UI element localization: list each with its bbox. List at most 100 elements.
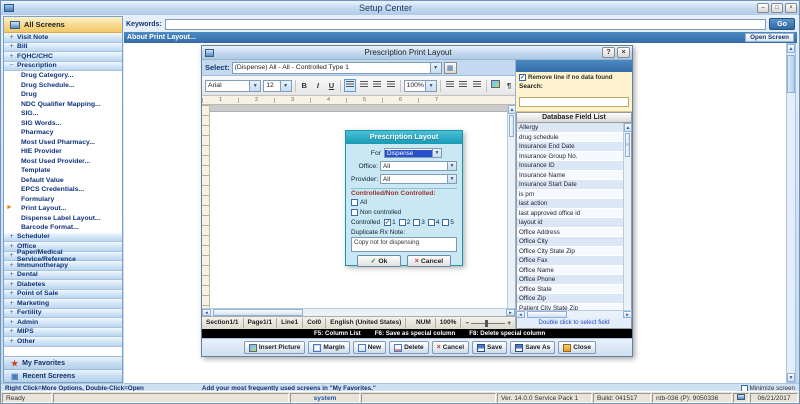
for-dropdown[interactable]: Dispense ▼ [384,148,442,158]
field-list-item[interactable]: Office Zip [517,294,623,304]
plus-icon[interactable]: + [8,281,15,288]
sidebar-item-default-value[interactable]: Default Value [4,176,122,186]
sidebar-group-other[interactable]: +Other [4,337,122,347]
checkbox-non-controlled[interactable] [351,209,358,216]
remove-line-option[interactable]: ✓ Remove line if no data found [519,74,629,81]
new-button[interactable]: New [353,341,386,354]
field-list-item[interactable]: Office State [517,285,623,295]
sidebar-item-barcode-format[interactable]: Barcode Format... [4,223,122,233]
scroll-right-icon[interactable]: ► [623,311,632,318]
cancel-button[interactable]: ×Cancel [407,255,451,267]
field-list-item[interactable]: Office Phone [517,275,623,285]
align-center-button[interactable] [358,79,370,92]
scroll-down-icon[interactable]: ▼ [787,373,795,382]
minimize-icon[interactable]: – [757,3,769,13]
paragraph-marks-button[interactable]: ¶ [503,79,515,92]
indent-button[interactable] [471,79,483,92]
sidebar-item-pharmacy[interactable]: Pharmacy [4,128,122,138]
keywords-input[interactable] [165,19,766,30]
underline-button[interactable]: U [326,79,338,92]
field-list-item[interactable]: Insurance Name [517,171,623,181]
plus-icon[interactable]: + [8,233,15,240]
checkbox-controlled-4[interactable] [428,219,435,226]
field-list-item[interactable]: Office Address [517,228,623,238]
sidebar-my-favorites[interactable]: ★My Favorites [4,356,122,369]
justify-button[interactable] [385,79,397,92]
content-scrollbar[interactable]: ▲ ▼ [786,43,796,383]
duplicate-rx-note-input[interactable]: Copy not for dispensing [351,237,457,252]
plus-icon[interactable]: + [8,53,15,60]
non-controlled-option[interactable]: Non controlled [351,208,457,217]
sidebar-item-most-used-pharmacy[interactable]: Most Used Pharmacy... [4,138,122,148]
plus-icon[interactable]: + [8,309,15,316]
chevron-down-icon[interactable]: ▼ [280,81,291,91]
maximize-icon[interactable]: □ [771,3,783,13]
align-right-button[interactable] [371,79,383,92]
field-list-item[interactable]: drug schedule [517,133,623,143]
scrollbar-thumb[interactable] [527,311,567,318]
document-hscrollbar[interactable]: ◄ ► [202,308,515,316]
sidebar-group-fqhc[interactable]: +FQHC/CHC [4,52,122,62]
checkbox-controlled-2[interactable] [399,219,406,226]
sidebar-group-admin[interactable]: +Admin [4,318,122,328]
sidebar-group-paper-medical-service[interactable]: +Paper/Medical Service/Reference [4,252,122,262]
delete-button[interactable]: Delete [389,341,429,354]
plus-icon[interactable]: + [8,290,15,297]
provider-dropdown[interactable]: All ▼ [380,174,457,184]
font-size-dropdown[interactable]: 12▼ [263,80,291,92]
scrollbar-thumb[interactable] [509,115,514,137]
field-list-vscrollbar[interactable]: ▲ ≡ [623,123,631,310]
scroll-up-icon[interactable]: ▲ [787,44,795,53]
zoom-dropdown[interactable]: 100%▼ [404,80,438,92]
field-list-item[interactable]: Insurance ID [517,161,623,171]
sidebar-group-fertility[interactable]: +Fertility [4,309,122,319]
align-left-button[interactable] [344,79,356,92]
search-input[interactable] [519,97,629,107]
field-list-item[interactable]: layout id [517,218,623,228]
scroll-left-icon[interactable]: ◄ [202,309,211,316]
sidebar-item-print-layout[interactable]: ►Print Layout... [4,204,122,214]
sidebar-group-immunotherapy[interactable]: +Immunotherapy [4,261,122,271]
close-icon[interactable]: × [617,47,630,58]
chevron-down-icon[interactable]: ▼ [432,149,441,157]
plus-icon[interactable]: + [8,243,15,250]
scroll-up-icon[interactable]: ▲ [624,123,632,132]
close-icon[interactable]: × [785,3,797,13]
open-screen-button[interactable]: Open Screen [745,33,794,42]
insert-image-button[interactable] [490,79,502,92]
sidebar-item-hie-provider[interactable]: HIE Provider [4,147,122,157]
chevron-down-icon[interactable]: ▼ [249,81,260,91]
sidebar-item-dispense-label-layout[interactable]: Dispense Label Layout... [4,214,122,224]
sidebar-group-visit-note[interactable]: +Visit Note [4,33,122,43]
save-button[interactable]: Save [472,341,507,354]
plus-icon[interactable]: + [8,300,15,307]
sidebar-item-template[interactable]: Template [4,166,122,176]
sidebar-item-drug-category[interactable]: Drug Category... [4,71,122,81]
field-list-item[interactable]: Office City State Zip [517,247,623,257]
field-list-item[interactable]: Office Name [517,266,623,276]
bullet-list-button[interactable] [444,79,456,92]
field-list-hscrollbar[interactable]: ◄ ► [516,310,632,318]
sidebar-group-point-of-sale[interactable]: +Point of Sale [4,290,122,300]
sidebar-item-ndc-qualifier-mapping[interactable]: NDC Qualifier Mapping... [4,100,122,110]
sidebar-group-dental[interactable]: +Dental [4,271,122,281]
plus-icon[interactable]: + [8,43,15,50]
plus-icon[interactable]: + [8,34,15,41]
sidebar-all-screens[interactable]: All Screens [4,17,122,33]
bold-button[interactable]: B [298,79,310,92]
checkbox-controlled-5[interactable] [442,219,449,226]
plus-icon[interactable]: + [8,252,15,259]
checkbox-controlled-3[interactable] [413,219,420,226]
scrollbar-thumb[interactable] [213,309,303,316]
minus-icon[interactable]: − [8,62,15,69]
field-list-item[interactable]: last approved office id [517,209,623,219]
chevron-down-icon[interactable]: ▼ [447,162,456,170]
plus-icon[interactable]: + [8,271,15,278]
chevron-down-icon[interactable]: ▼ [425,81,436,91]
sidebar-item-epcs-credentials[interactable]: EPCS Credentials... [4,185,122,195]
sidebar-item-drug-schedule[interactable]: Drug Schedule... [4,81,122,91]
chevron-down-icon[interactable]: ▼ [430,63,441,73]
field-list-item[interactable]: Office City [517,237,623,247]
sidebar-group-diabetes[interactable]: +Diabetes [4,280,122,290]
close-button[interactable]: Close [558,341,596,354]
